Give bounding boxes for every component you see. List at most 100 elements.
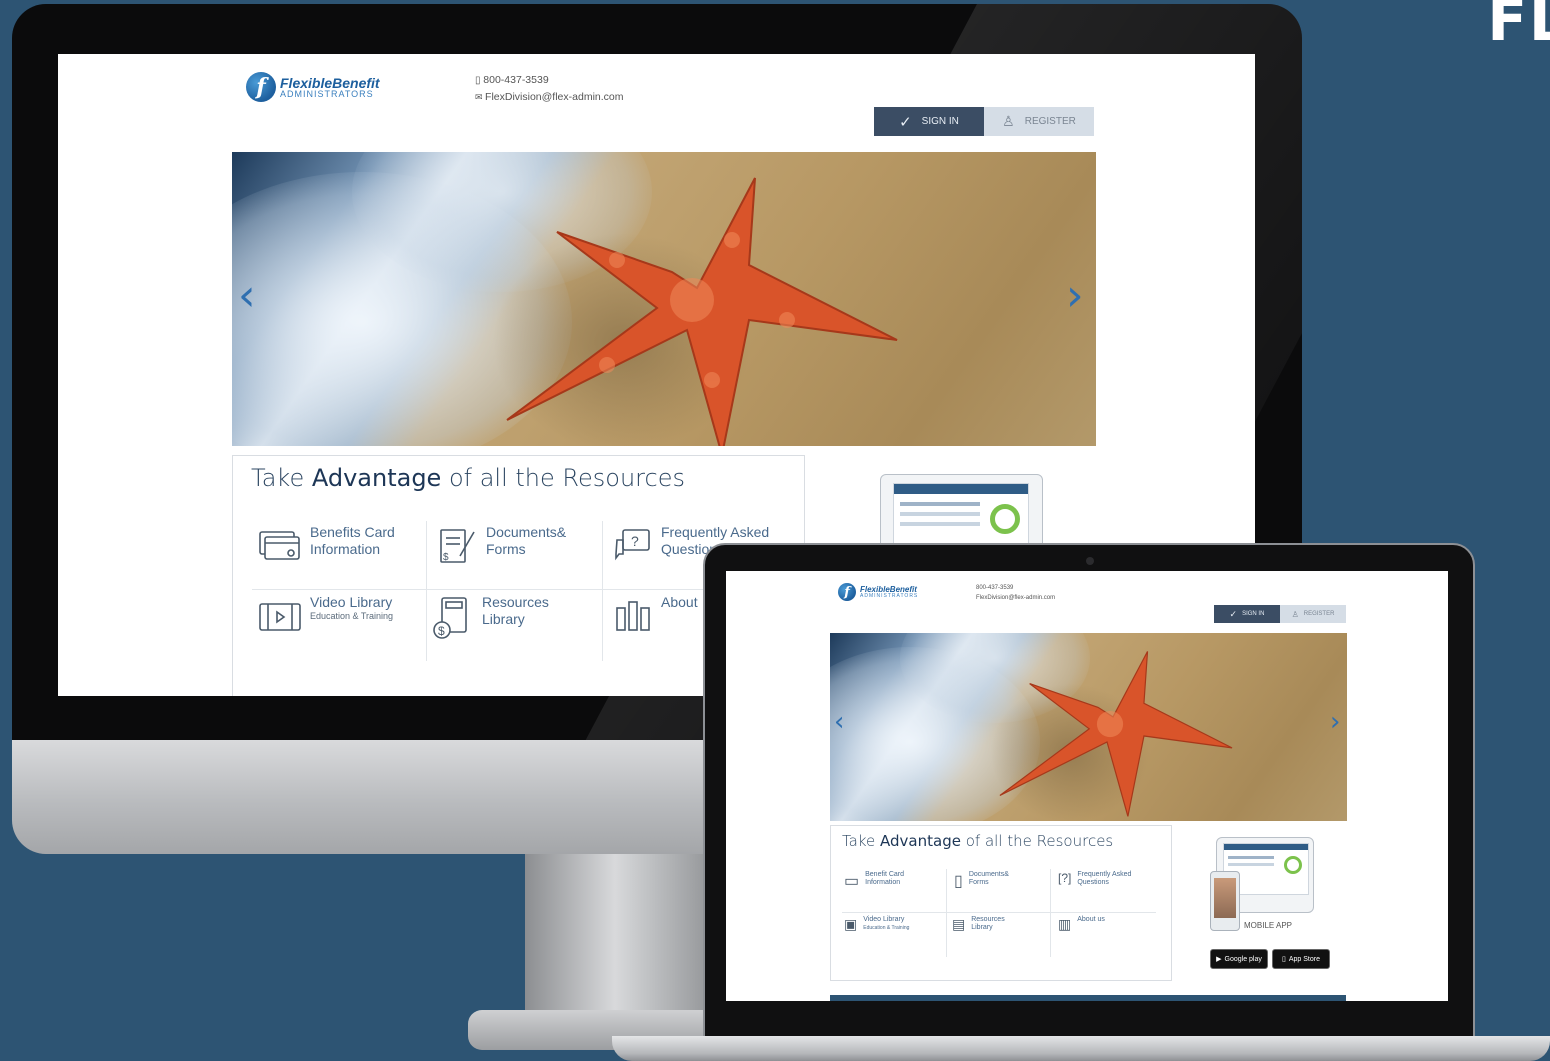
- resource-label: Benefit Card: [865, 871, 905, 878]
- progress-ring: [1284, 856, 1302, 874]
- logo-subtitle: ADMINISTRATORS: [860, 592, 919, 599]
- resource-library[interactable]: ▤ Resources Library: [952, 916, 1005, 933]
- resource-label: Forms: [968, 879, 989, 887]
- logo[interactable]: f FlexibleBenefit ADMINISTRATORS: [246, 72, 380, 102]
- app-header: [894, 484, 1028, 494]
- resource-sublabel: Education & Training: [863, 925, 910, 932]
- svg-text:?: ?: [631, 533, 639, 549]
- phone-number: 800-437-3539: [483, 74, 549, 86]
- resource-label: Video Library: [863, 916, 905, 923]
- check-circle-icon: ✓: [899, 113, 912, 131]
- resource-label: Library: [482, 610, 525, 627]
- resources-title-part: of all the Resources: [960, 832, 1114, 850]
- resource-label: Documents&: [968, 871, 1009, 878]
- register-label: REGISTER: [1024, 116, 1076, 127]
- user-icon: ♙: [1291, 609, 1299, 619]
- logo-mark-icon: f: [838, 583, 856, 601]
- resource-label: About us: [1077, 916, 1105, 923]
- resource-video-library[interactable]: ▣ Video Library Education & Training: [844, 916, 909, 933]
- app-row: [900, 512, 980, 516]
- resource-library[interactable]: $ Resources Library: [430, 594, 549, 642]
- email-address[interactable]: FlexDivision@flex-admin.com: [976, 593, 1055, 603]
- resource-benefits-card[interactable]: Benefits Card Information: [258, 524, 395, 564]
- resource-documents-forms[interactable]: $ Documents& Forms: [438, 524, 566, 568]
- resource-faq[interactable]: [?] Frequently Asked Questions: [1058, 871, 1131, 888]
- resource-label: Frequently Asked: [1077, 871, 1132, 878]
- app-store-label: App Store: [1288, 955, 1320, 963]
- resource-label: Benefits Card: [310, 524, 395, 540]
- video-icon: [259, 603, 301, 631]
- resource-label: Resources: [971, 916, 1005, 923]
- resource-label: Information: [865, 879, 901, 887]
- google-play-badge[interactable]: ▶ Google play: [1210, 949, 1268, 969]
- carousel-next-arrow-icon[interactable]: ›: [1330, 707, 1340, 737]
- register-label: REGISTER: [1303, 611, 1335, 617]
- column-divider: [1050, 869, 1051, 957]
- laptop-hero-carousel[interactable]: ‹ ›: [830, 633, 1347, 821]
- laptop-auth-buttons: ✓ SIGN IN ♙ REGISTER: [1214, 605, 1346, 623]
- register-button[interactable]: ♙ REGISTER: [984, 107, 1094, 136]
- resources-title: Take Advantage of all the Resources: [251, 464, 685, 492]
- google-play-label: Google play: [1224, 955, 1262, 963]
- hero-carousel[interactable]: ‹ ›: [232, 152, 1096, 446]
- phone-preview: [1210, 871, 1240, 931]
- question-chat-icon: [?]: [1058, 871, 1072, 885]
- register-button[interactable]: ♙ REGISTER: [1280, 605, 1346, 623]
- resource-sublabel: Education & Training: [310, 610, 394, 621]
- starfish-image: [999, 651, 1233, 817]
- resources-title-bold: Advantage: [880, 832, 961, 850]
- app-row: [1228, 856, 1274, 859]
- resources-title: Take Advantage of all the Resources: [842, 832, 1113, 850]
- user-icon: ♙: [1002, 113, 1015, 129]
- svg-text:$: $: [438, 624, 445, 638]
- resource-label: Resources: [482, 594, 549, 610]
- resources-title-part: Take: [251, 464, 312, 492]
- resource-video-library[interactable]: Video Library Education & Training: [258, 594, 393, 634]
- app-row: [1228, 863, 1274, 866]
- logo-mark-icon: f: [246, 72, 276, 102]
- carousel-next-arrow-icon[interactable]: ›: [1066, 270, 1084, 321]
- apple-icon: ▯: [1282, 956, 1286, 963]
- resource-label: Documents&: [486, 524, 567, 540]
- document-icon: ▯: [954, 873, 963, 890]
- about-icon: ▥: [1058, 916, 1072, 932]
- resources-title-part: of all the Resources: [441, 464, 685, 492]
- email-address[interactable]: FlexDivision@flex-admin.com: [485, 91, 623, 103]
- about-icon: [616, 601, 650, 631]
- column-divider: [602, 521, 603, 661]
- logo-name: FlexibleBenefit: [280, 74, 380, 91]
- check-circle-icon: ✓: [1229, 608, 1238, 619]
- credit-card-icon: [259, 531, 300, 560]
- phone-photo: [1214, 878, 1236, 918]
- email-row[interactable]: ✉ FlexDivision@flex-admin.com: [475, 89, 624, 106]
- carousel-prev-arrow-icon[interactable]: ‹: [238, 270, 256, 321]
- resource-about[interactable]: About: [613, 594, 698, 638]
- sign-in-label: SIGN IN: [921, 116, 959, 127]
- sign-in-button[interactable]: ✓ SIGN IN: [874, 107, 984, 136]
- question-chat-icon: ?: [615, 529, 650, 561]
- column-divider: [946, 869, 947, 957]
- corner-heading: FL: [1487, 0, 1550, 54]
- sign-in-button[interactable]: ✓ SIGN IN: [1214, 605, 1280, 623]
- resource-about[interactable]: ▥ About us: [1058, 916, 1105, 933]
- laptop-base: [612, 1036, 1550, 1061]
- resource-label: Questions: [1077, 879, 1109, 887]
- auth-buttons: ✓ SIGN IN ♙ REGISTER: [874, 107, 1094, 136]
- mobile-app-label: MOBILE APP: [1244, 921, 1293, 930]
- mail-icon: ✉: [475, 92, 486, 102]
- app-row: [900, 522, 980, 526]
- carousel-prev-arrow-icon[interactable]: ‹: [834, 707, 844, 737]
- resource-benefits-card[interactable]: ▭ Benefit Card Information: [844, 871, 904, 891]
- webcam: [1086, 557, 1094, 565]
- starfish-image: [506, 177, 898, 446]
- credit-card-icon: ▭: [844, 873, 860, 890]
- contact-info: ▯ 800-437-3539 ✉ FlexDivision@flex-admin…: [475, 72, 624, 106]
- laptop-logo[interactable]: f FlexibleBenefit ADMINISTRATORS: [838, 583, 918, 601]
- resources-title-part: Take: [842, 832, 881, 850]
- resource-documents-forms[interactable]: ▯ Documents& Forms: [954, 871, 1009, 891]
- app-store-badge[interactable]: ▯ App Store: [1272, 949, 1330, 969]
- app-row: [900, 502, 980, 506]
- video-icon: ▣: [844, 916, 858, 932]
- phone-number: 800-437-3539: [976, 585, 1014, 591]
- resource-label: About: [661, 594, 698, 610]
